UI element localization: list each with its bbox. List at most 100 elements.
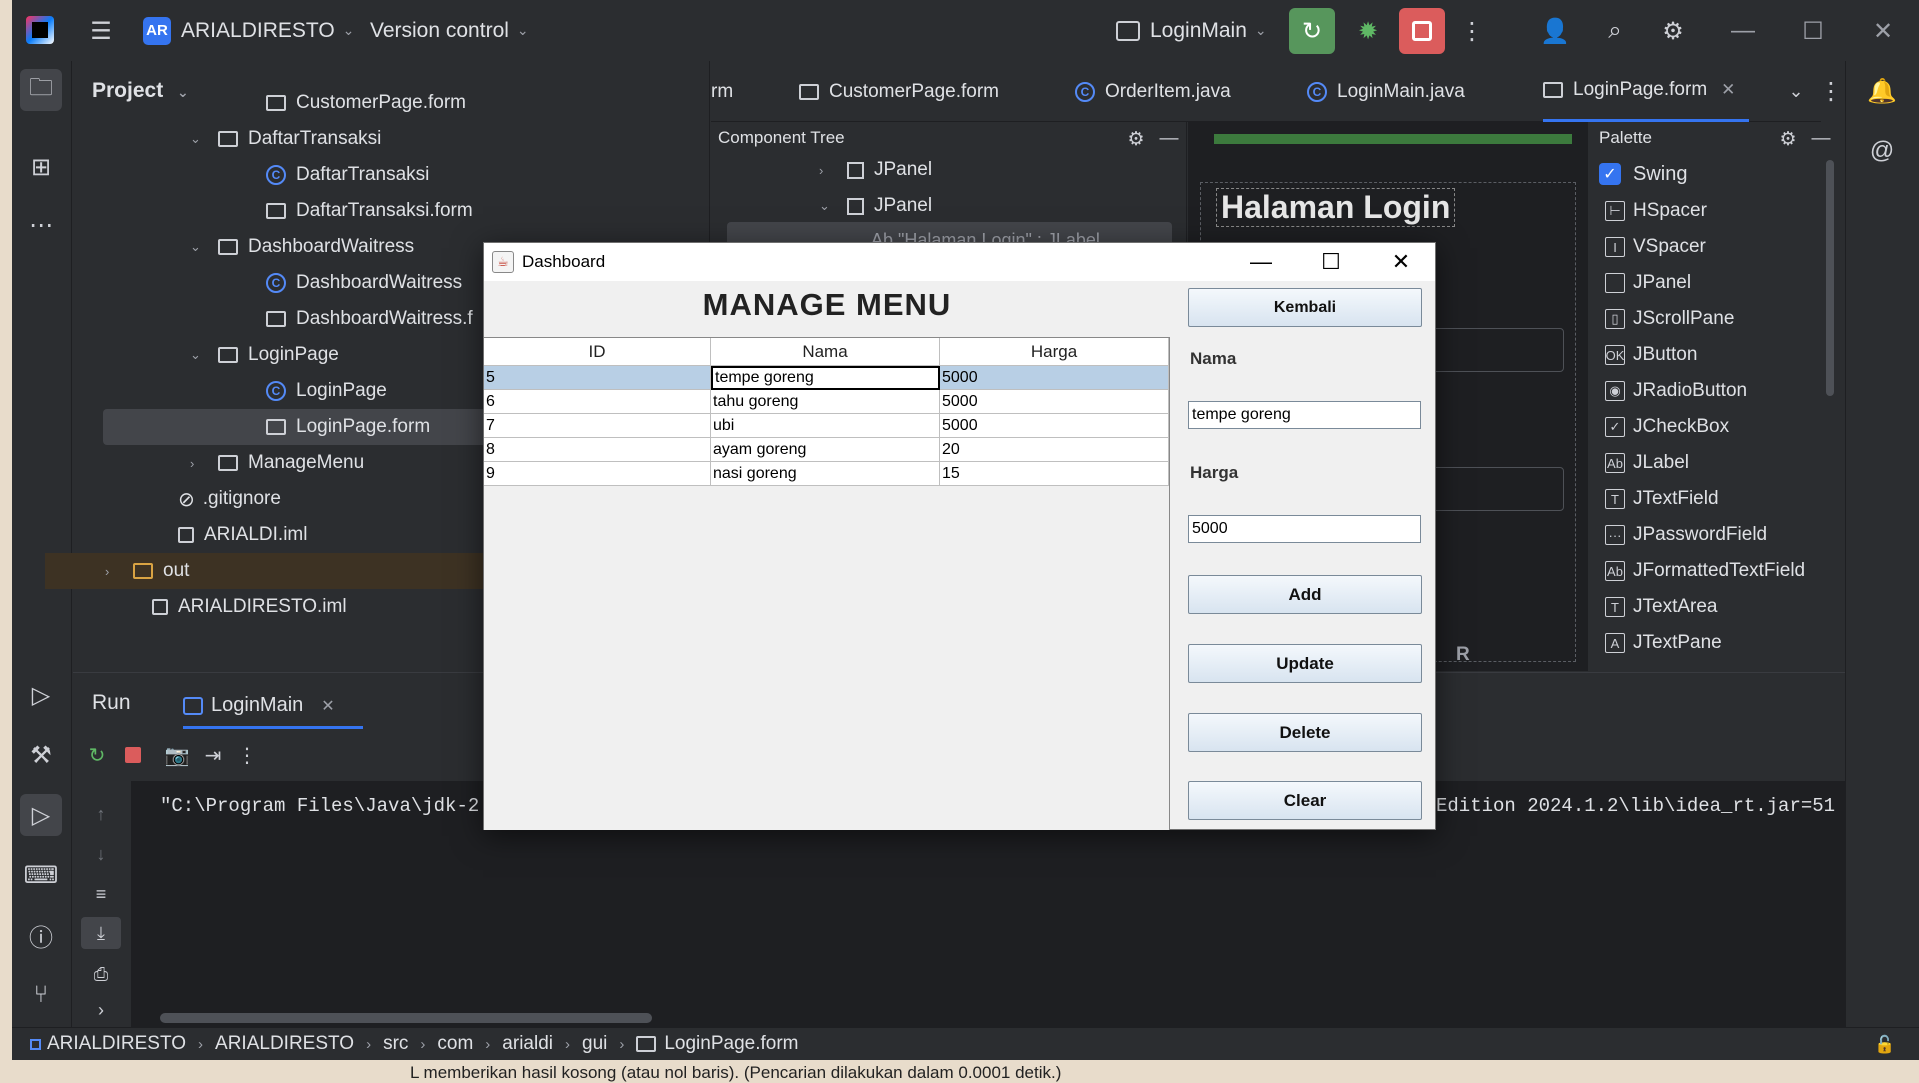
dialog-title-bar[interactable]: ☕ Dashboard — ☐ ✕	[484, 243, 1435, 281]
kembali-button[interactable]: Kembali	[1188, 288, 1422, 327]
project-tree-item[interactable]: ARIALDIRESTO.iml	[152, 589, 347, 625]
palette-item[interactable]: A JTextPane	[1605, 625, 1722, 661]
add-button[interactable]: Add	[1188, 575, 1422, 614]
table-cell[interactable]: 5000	[940, 390, 1169, 414]
component-row-jpanel-2[interactable]: ⌄ JPanel	[819, 188, 932, 224]
breadcrumb-item[interactable]: com	[437, 1033, 473, 1055]
table-cell[interactable]: nasi goreng	[711, 462, 940, 486]
project-pane-title[interactable]: Project ⌄	[92, 79, 189, 103]
exit-icon[interactable]: ⇥	[197, 737, 229, 773]
column-header-id[interactable]: ID	[484, 338, 711, 366]
tab-orderitem-java[interactable]: C OrderItem.java	[1075, 61, 1231, 122]
project-selector[interactable]: AR ARIALDIRESTO ⌄	[143, 0, 354, 61]
project-tree-item[interactable]: CustomerPage.form	[266, 85, 466, 121]
project-tree-item[interactable]: › ManageMenu	[190, 445, 364, 481]
tab-customerpage-form[interactable]: CustomerPage.form	[799, 61, 999, 122]
print-icon[interactable]: ⎙	[81, 959, 121, 989]
maximize-icon[interactable]: ☐	[1788, 10, 1838, 52]
nama-field[interactable]: tempe goreng	[1188, 401, 1421, 429]
hide-panel-icon[interactable]: —	[1154, 124, 1184, 154]
debug-icon[interactable]: ✹	[1347, 10, 1389, 52]
notifications-bell-icon[interactable]: 🔔	[1860, 69, 1904, 113]
camera-icon[interactable]: 📷	[161, 737, 193, 773]
more-actions-icon[interactable]: ⋮	[231, 737, 263, 773]
table-cell[interactable]: 6	[484, 390, 711, 414]
breadcrumb-item[interactable]: LoginPage.form	[664, 1033, 798, 1055]
column-header-harga[interactable]: Harga	[940, 338, 1169, 366]
palette-item[interactable]: ◉ JRadioButton	[1605, 373, 1747, 409]
table-cell[interactable]: 15	[940, 462, 1169, 486]
breadcrumb-item[interactable]: src	[383, 1033, 408, 1055]
table-cell[interactable]: 9	[484, 462, 711, 486]
settings-gear-icon[interactable]: ⚙	[1652, 10, 1694, 52]
breadcrumb-item[interactable]: ARIALDIRESTO	[47, 1033, 186, 1055]
rerun-icon[interactable]: ↻	[81, 737, 113, 773]
delete-button[interactable]: Delete	[1188, 713, 1422, 752]
update-button[interactable]: Update	[1188, 644, 1422, 683]
project-tree-item[interactable]: ⌄ DashboardWaitress	[190, 229, 414, 265]
intellij-logo-icon[interactable]	[26, 16, 54, 44]
designer-heading[interactable]: Halaman Login	[1216, 188, 1456, 227]
palette-group-swing[interactable]: ✓ Swing	[1599, 156, 1687, 192]
stop-icon[interactable]	[1399, 8, 1445, 54]
palette-item[interactable]: JPanel	[1605, 265, 1691, 301]
gear-icon[interactable]: ⚙	[1773, 124, 1803, 154]
project-folder-icon[interactable]: 🗀	[20, 69, 62, 111]
hide-panel-icon[interactable]: —	[1806, 124, 1836, 154]
project-tree-item[interactable]: C DaftarTransaksi	[266, 157, 429, 193]
stop-icon[interactable]	[117, 737, 149, 773]
palette-item[interactable]: T JTextArea	[1605, 589, 1717, 625]
structure-icon[interactable]: ⊞	[20, 146, 62, 188]
close-tab-icon[interactable]: ✕	[321, 696, 334, 716]
services-icon[interactable]: ▷	[20, 674, 62, 716]
palette-item[interactable]: ✓ JCheckBox	[1605, 409, 1729, 445]
project-tree-item[interactable]: ⌄ DaftarTransaksi	[190, 121, 381, 157]
breadcrumb-item[interactable]: arialdi	[502, 1033, 553, 1055]
tab-loginpage-form[interactable]: LoginPage.form ✕	[1543, 61, 1750, 122]
search-icon[interactable]: ⌕	[1594, 10, 1636, 52]
run-tab-loginmain[interactable]: LoginMain ✕	[183, 685, 363, 729]
breadcrumb-item[interactable]: ARIALDIRESTO	[215, 1033, 354, 1055]
chevron-right-icon[interactable]: ›	[190, 456, 204, 471]
tab-loginmain-java[interactable]: C LoginMain.java	[1307, 61, 1465, 122]
table-cell[interactable]: ubi	[711, 414, 940, 438]
read-only-lock-icon[interactable]: 🔓	[1870, 1030, 1900, 1060]
table-cell[interactable]: ayam goreng	[711, 438, 940, 462]
palette-item[interactable]: ⊢ HSpacer	[1605, 193, 1707, 229]
scroll-to-end-icon[interactable]: ⤓	[81, 917, 121, 949]
maximize-icon[interactable]: ☐	[1296, 243, 1366, 281]
project-tree-item[interactable]: ⌄ LoginPage	[190, 337, 339, 373]
column-header-nama[interactable]: Nama	[711, 338, 940, 366]
chevron-down-icon[interactable]: ⌄	[190, 131, 204, 147]
palette-item[interactable]: OK JButton	[1605, 337, 1697, 373]
arrow-up-icon[interactable]: ↑	[81, 799, 121, 829]
run-config-selector[interactable]: LoginMain ⌄	[1116, 0, 1267, 61]
close-icon[interactable]: ✕	[1366, 243, 1436, 281]
chevron-right-icon[interactable]: ›	[105, 564, 119, 579]
project-tree-item[interactable]: DaftarTransaksi.form	[266, 193, 473, 229]
table-cell[interactable]: 5	[484, 366, 711, 390]
palette-item[interactable]: ▯ JScrollPane	[1605, 301, 1734, 337]
table-cell[interactable]: 5000	[940, 414, 1169, 438]
minimize-icon[interactable]: —	[1718, 10, 1768, 52]
run-tool-icon[interactable]: ▷	[20, 794, 62, 836]
main-menu-icon[interactable]: ☰	[84, 14, 118, 48]
gear-icon[interactable]: ⚙	[1121, 124, 1151, 154]
harga-field[interactable]: 5000	[1188, 515, 1421, 543]
palette-scrollbar[interactable]	[1826, 160, 1834, 396]
component-row-jpanel-1[interactable]: › JPanel	[819, 152, 932, 188]
breadcrumb-item[interactable]: gui	[582, 1033, 607, 1055]
rerun-icon[interactable]: ↻	[1289, 8, 1335, 54]
project-tree-item[interactable]: C DashboardWaitress	[266, 265, 462, 301]
palette-item[interactable]: Ab JLabel	[1605, 445, 1689, 481]
minimize-icon[interactable]: —	[1226, 243, 1296, 281]
soft-wrap-icon[interactable]: ≡	[81, 879, 121, 909]
problems-icon[interactable]: ⓘ	[20, 914, 62, 956]
clear-button[interactable]: Clear	[1188, 781, 1422, 820]
tabs-dropdown-icon[interactable]: ⌄	[1776, 71, 1816, 111]
table-cell[interactable]: tahu goreng	[711, 390, 940, 414]
more-actions-icon[interactable]: ⋮	[1455, 10, 1489, 52]
terminal-icon[interactable]: ⌨	[20, 854, 62, 896]
version-control-menu[interactable]: Version control ⌄	[370, 0, 529, 61]
project-tree-item[interactable]: ARIALDI.iml	[178, 517, 307, 553]
